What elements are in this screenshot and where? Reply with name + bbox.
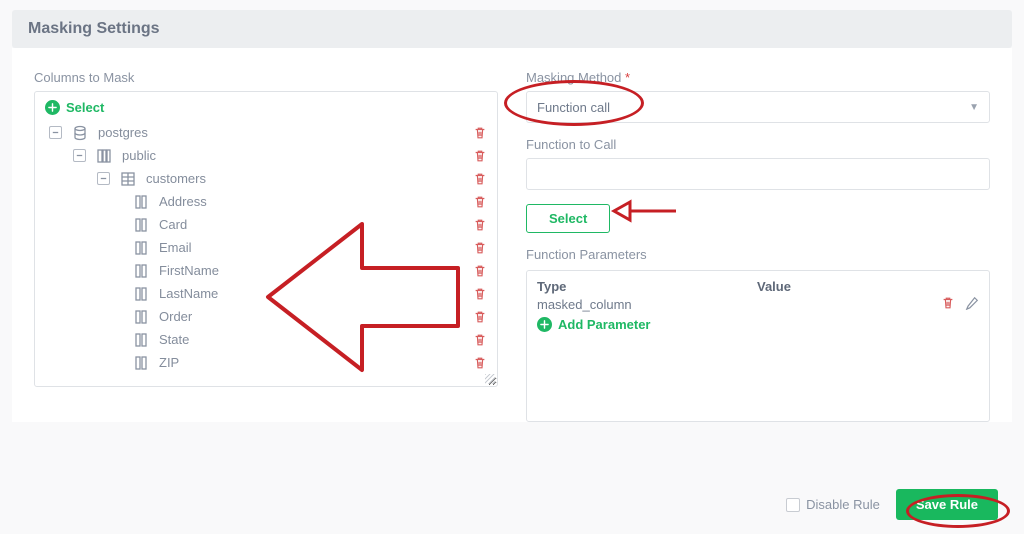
tree-column-label: ZIP — [159, 355, 179, 370]
collapse-icon[interactable] — [97, 172, 110, 185]
add-parameter-button[interactable]: Add Parameter — [537, 317, 979, 332]
tree-node-column[interactable]: Address — [45, 190, 487, 213]
collapse-icon[interactable] — [49, 126, 62, 139]
param-type-cell: masked_column — [537, 297, 757, 312]
column-icon — [133, 309, 149, 325]
select-function-button[interactable]: Select — [526, 204, 610, 233]
collapse-icon[interactable] — [73, 149, 86, 162]
param-header-value: Value — [757, 279, 979, 294]
page-header: Masking Settings — [12, 10, 1012, 48]
tree-node-column[interactable]: LastName — [45, 282, 487, 305]
save-rule-button[interactable]: Save Rule — [896, 489, 998, 520]
tree-column-label: Address — [159, 194, 207, 209]
trash-icon[interactable] — [473, 172, 487, 186]
page-title: Masking Settings — [28, 20, 996, 38]
column-icon — [133, 194, 149, 210]
columns-select-button[interactable]: Select — [45, 100, 487, 115]
tree-column-label: Order — [159, 309, 192, 324]
trash-icon[interactable] — [473, 241, 487, 255]
column-icon — [133, 263, 149, 279]
database-icon — [72, 125, 88, 141]
tree-node-schema[interactable]: public — [45, 144, 487, 167]
column-icon — [133, 355, 149, 371]
tree-node-column[interactable]: FirstName — [45, 259, 487, 282]
plus-icon — [537, 317, 552, 332]
masking-method-value: Function call — [537, 100, 610, 115]
tree-node-column[interactable]: ZIP — [45, 351, 487, 374]
function-parameters-label: Function Parameters — [526, 247, 990, 262]
tree-node-table[interactable]: customers — [45, 167, 487, 190]
tree-table-label: customers — [146, 171, 206, 186]
table-icon — [120, 171, 136, 187]
tree-node-column[interactable]: Card — [45, 213, 487, 236]
function-to-call-input[interactable] — [526, 158, 990, 190]
table-row: masked_column — [537, 296, 979, 313]
tree-column-label: LastName — [159, 286, 218, 301]
trash-icon[interactable] — [473, 149, 487, 163]
function-parameters-box: Type Value masked_column Add Parameter — [526, 270, 990, 422]
trash-icon[interactable] — [473, 264, 487, 278]
tree-schema-label: public — [122, 148, 156, 163]
schema-icon — [96, 148, 112, 164]
tree-column-label: State — [159, 332, 189, 347]
plus-icon — [45, 100, 60, 115]
param-header-type: Type — [537, 279, 757, 294]
add-parameter-label: Add Parameter — [558, 317, 650, 332]
masking-method-label: Masking Method * — [526, 70, 990, 85]
tree-node-column[interactable]: State — [45, 328, 487, 351]
columns-tree-box: Select postgres — [34, 91, 498, 387]
column-icon — [133, 332, 149, 348]
masking-method-select[interactable]: Function call ▼ — [526, 91, 990, 123]
chevron-down-icon: ▼ — [969, 102, 979, 113]
trash-icon[interactable] — [473, 195, 487, 209]
tree-column-label: Email — [159, 240, 192, 255]
tree-column-label: Card — [159, 217, 187, 232]
disable-rule-label: Disable Rule — [806, 497, 880, 512]
columns-select-label: Select — [66, 100, 104, 115]
trash-icon[interactable] — [473, 310, 487, 324]
trash-icon[interactable] — [473, 333, 487, 347]
tree-node-database[interactable]: postgres — [45, 121, 487, 144]
tree-node-column[interactable]: Order — [45, 305, 487, 328]
trash-icon[interactable] — [941, 296, 955, 310]
column-icon — [133, 240, 149, 256]
trash-icon[interactable] — [473, 126, 487, 140]
tree-column-label: FirstName — [159, 263, 219, 278]
columns-to-mask-label: Columns to Mask — [34, 70, 498, 85]
trash-icon[interactable] — [473, 356, 487, 370]
edit-icon[interactable] — [965, 296, 979, 313]
disable-rule-checkbox[interactable]: Disable Rule — [786, 497, 880, 512]
checkbox-icon — [786, 498, 800, 512]
column-icon — [133, 286, 149, 302]
trash-icon[interactable] — [473, 218, 487, 232]
tree-db-label: postgres — [98, 125, 148, 140]
column-icon — [133, 217, 149, 233]
function-to-call-label: Function to Call — [526, 137, 990, 152]
tree-node-column[interactable]: Email — [45, 236, 487, 259]
trash-icon[interactable] — [473, 287, 487, 301]
